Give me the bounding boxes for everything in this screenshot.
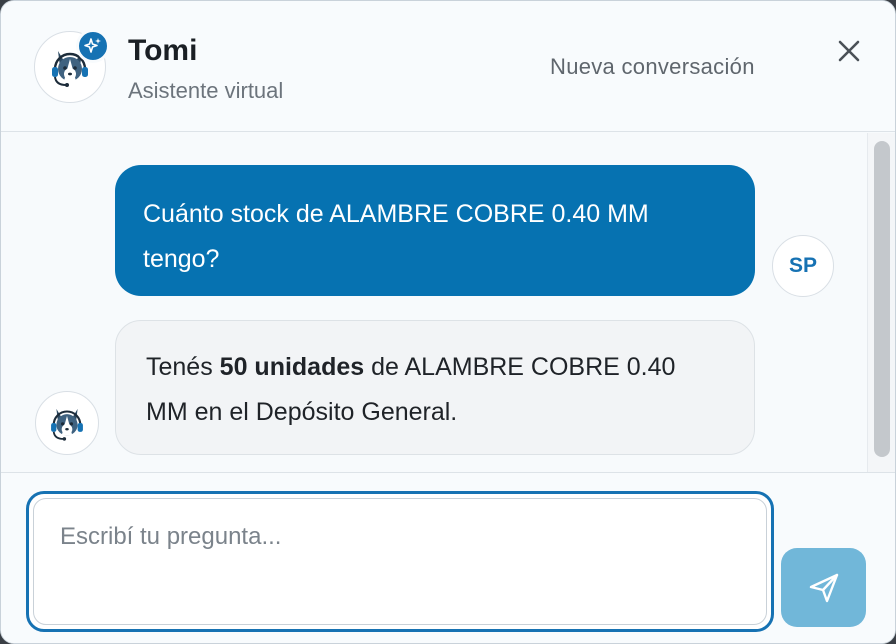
assistant-message-avatar	[35, 391, 99, 455]
assistant-message-bubble: Tenés 50 unidades de ALAMBRE COBRE 0.40 …	[115, 320, 755, 455]
scrollbar-thumb[interactable]	[874, 141, 890, 457]
question-input-frame	[26, 491, 774, 632]
assistant-role: Asistente virtual	[128, 78, 284, 103]
sparkles-badge	[76, 29, 110, 63]
husky-headset-icon	[51, 408, 83, 441]
chat-header: Tomi Asistente virtual Nueva conversació…	[1, 1, 895, 132]
composer	[1, 472, 895, 643]
assistant-name: Tomi	[128, 34, 198, 67]
bot-text-before: Tenés	[146, 353, 220, 381]
chat-panel: Tomi Asistente virtual Nueva conversació…	[0, 0, 896, 644]
message-list[interactable]: Cuánto stock de ALAMBRE COBRE 0.40 MM te…	[1, 133, 895, 472]
user-avatar: SP	[772, 235, 834, 297]
close-icon	[838, 40, 860, 62]
close-button[interactable]	[833, 35, 865, 67]
send-button[interactable]	[781, 548, 866, 627]
user-message-bubble: Cuánto stock de ALAMBRE COBRE 0.40 MM te…	[115, 165, 755, 296]
assistant-avatar-wrap	[34, 29, 110, 103]
send-icon	[809, 573, 838, 602]
question-input[interactable]	[34, 499, 766, 624]
bot-text-bold: 50 unidades	[219, 353, 365, 381]
sparkles-icon	[84, 38, 101, 53]
new-conversation-button[interactable]: Nueva conversación	[550, 54, 755, 80]
question-input-box	[33, 498, 767, 625]
